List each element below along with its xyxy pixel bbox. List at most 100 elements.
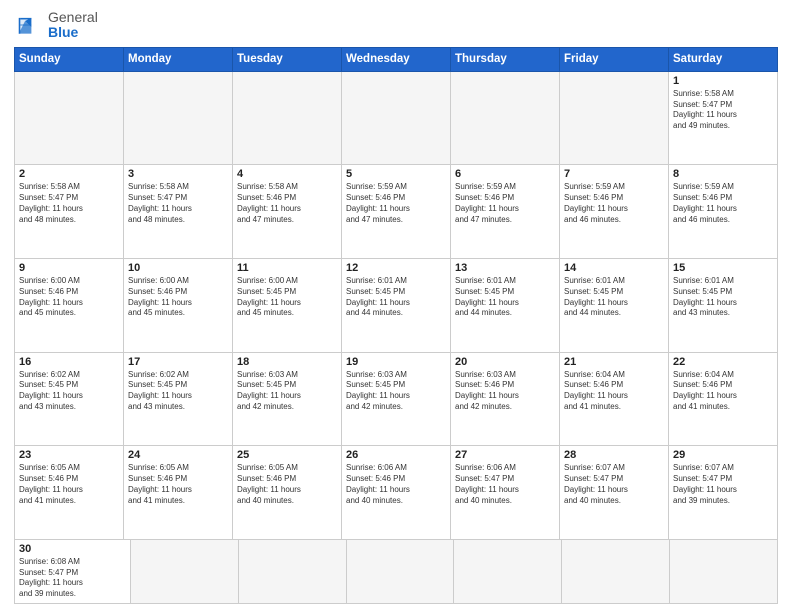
day-info: Sunrise: 6:03 AM Sunset: 5:45 PM Dayligh… [237,370,337,413]
day-cell: 16 Sunrise: 6:02 AM Sunset: 5:45 PM Dayli… [15,352,124,446]
day-number: 21 [564,356,664,368]
empty-day-cell [239,540,347,603]
day-number-30: 30 [19,543,126,555]
day-info: Sunrise: 6:04 AM Sunset: 5:46 PM Dayligh… [673,370,773,413]
weekday-header-saturday: Saturday [669,47,778,71]
day-number: 26 [346,449,446,461]
day-info: Sunrise: 6:02 AM Sunset: 5:45 PM Dayligh… [19,370,119,413]
weekday-header-monday: Monday [124,47,233,71]
day-number: 4 [237,168,337,180]
day-number: 2 [19,168,119,180]
day-info: Sunrise: 6:05 AM Sunset: 5:46 PM Dayligh… [128,463,228,506]
day-cell [15,71,124,165]
day-info: Sunrise: 5:58 AM Sunset: 5:47 PM Dayligh… [19,182,119,225]
day-info: Sunrise: 5:59 AM Sunset: 5:46 PM Dayligh… [455,182,555,225]
day-info: Sunrise: 6:00 AM Sunset: 5:46 PM Dayligh… [128,276,228,319]
day-info: Sunrise: 5:58 AM Sunset: 5:47 PM Dayligh… [128,182,228,225]
day-cell: 28 Sunrise: 6:07 AM Sunset: 5:47 PM Dayli… [560,446,669,540]
empty-day-cell [670,540,777,603]
day-cell: 27 Sunrise: 6:06 AM Sunset: 5:47 PM Dayli… [451,446,560,540]
day-number: 20 [455,356,555,368]
day-number: 16 [19,356,119,368]
day-cell: 22Sunrise: 6:04 AM Sunset: 5:46 PM Dayli… [669,352,778,446]
day-number: 25 [237,449,337,461]
day-number: 28 [564,449,664,461]
day-info: Sunrise: 6:07 AM Sunset: 5:47 PM Dayligh… [564,463,664,506]
day-cell: 7Sunrise: 5:59 AM Sunset: 5:46 PM Daylig… [560,165,669,259]
day-info: Sunrise: 5:58 AM Sunset: 5:47 PM Dayligh… [673,89,773,132]
day-number: 27 [455,449,555,461]
day-cell: 14Sunrise: 6:01 AM Sunset: 5:45 PM Dayli… [560,258,669,352]
empty-day-cell [454,540,562,603]
day-number: 1 [673,75,773,87]
logo: General Blue [14,10,98,41]
day-cell [342,71,451,165]
week-row-4: 16 Sunrise: 6:02 AM Sunset: 5:45 PM Dayli… [15,352,778,446]
day-info: Sunrise: 6:01 AM Sunset: 5:45 PM Dayligh… [564,276,664,319]
day-cell: 15 Sunrise: 6:01 AM Sunset: 5:45 PM Dayli… [669,258,778,352]
last-week-row: 30 Sunrise: 6:08 AM Sunset: 5:47 PM Dayli… [14,540,778,604]
day-cell [451,71,560,165]
day-cell [560,71,669,165]
day-cell: 24Sunrise: 6:05 AM Sunset: 5:46 PM Dayli… [124,446,233,540]
logo-text: General Blue [48,10,98,41]
day-cell: 2 Sunrise: 5:58 AM Sunset: 5:47 PM Daylig… [15,165,124,259]
day-info: Sunrise: 6:06 AM Sunset: 5:46 PM Dayligh… [346,463,446,506]
day-number: 29 [673,449,773,461]
weekday-header-thursday: Thursday [451,47,560,71]
day-info: Sunrise: 6:04 AM Sunset: 5:46 PM Dayligh… [564,370,664,413]
week-row-5: 23Sunrise: 6:05 AM Sunset: 5:46 PM Dayli… [15,446,778,540]
day-info: Sunrise: 6:05 AM Sunset: 5:46 PM Dayligh… [19,463,119,506]
weekday-header-tuesday: Tuesday [233,47,342,71]
day-number: 8 [673,168,773,180]
day-cell: 29 Sunrise: 6:07 AM Sunset: 5:47 PM Dayli… [669,446,778,540]
day-number: 9 [19,262,119,274]
day-number: 5 [346,168,446,180]
day-info-30: Sunrise: 6:08 AM Sunset: 5:47 PM Dayligh… [19,557,126,600]
empty-day-cell [347,540,455,603]
day-cell: 18 Sunrise: 6:03 AM Sunset: 5:45 PM Dayli… [233,352,342,446]
page: General Blue SundayMondayTuesdayWednesda… [0,0,792,612]
day-info: Sunrise: 6:00 AM Sunset: 5:46 PM Dayligh… [19,276,119,319]
header: General Blue [14,10,778,41]
day-cell: 19Sunrise: 6:03 AM Sunset: 5:45 PM Dayli… [342,352,451,446]
weekday-header-sunday: Sunday [15,47,124,71]
logo-icon [14,11,44,39]
day-cell: 8Sunrise: 5:59 AM Sunset: 5:46 PM Daylig… [669,165,778,259]
day-info: Sunrise: 5:59 AM Sunset: 5:46 PM Dayligh… [346,182,446,225]
day-cell: 4 Sunrise: 5:58 AM Sunset: 5:46 PM Daylig… [233,165,342,259]
day-cell-30: 30 Sunrise: 6:08 AM Sunset: 5:47 PM Dayli… [15,540,131,603]
day-info: Sunrise: 6:07 AM Sunset: 5:47 PM Dayligh… [673,463,773,506]
day-cell: 20 Sunrise: 6:03 AM Sunset: 5:46 PM Dayli… [451,352,560,446]
day-cell: 23Sunrise: 6:05 AM Sunset: 5:46 PM Dayli… [15,446,124,540]
day-number: 15 [673,262,773,274]
day-number: 10 [128,262,228,274]
day-cell: 3 Sunrise: 5:58 AM Sunset: 5:47 PM Daylig… [124,165,233,259]
day-info: Sunrise: 6:06 AM Sunset: 5:47 PM Dayligh… [455,463,555,506]
week-row-2: 2 Sunrise: 5:58 AM Sunset: 5:47 PM Daylig… [15,165,778,259]
day-number: 17 [128,356,228,368]
day-cell: 5 Sunrise: 5:59 AM Sunset: 5:46 PM Daylig… [342,165,451,259]
day-cell: 1 Sunrise: 5:58 AM Sunset: 5:47 PM Daylig… [669,71,778,165]
day-cell: 10 Sunrise: 6:00 AM Sunset: 5:46 PM Dayli… [124,258,233,352]
day-info: Sunrise: 6:01 AM Sunset: 5:45 PM Dayligh… [673,276,773,319]
day-info: Sunrise: 5:59 AM Sunset: 5:46 PM Dayligh… [564,182,664,225]
day-cell [233,71,342,165]
weekday-header-wednesday: Wednesday [342,47,451,71]
day-cell: 11Sunrise: 6:00 AM Sunset: 5:45 PM Dayli… [233,258,342,352]
day-info: Sunrise: 6:03 AM Sunset: 5:46 PM Dayligh… [455,370,555,413]
weekday-header-row: SundayMondayTuesdayWednesdayThursdayFrid… [15,47,778,71]
day-cell: 6 Sunrise: 5:59 AM Sunset: 5:46 PM Daylig… [451,165,560,259]
day-info: Sunrise: 6:05 AM Sunset: 5:46 PM Dayligh… [237,463,337,506]
week-row-3: 9 Sunrise: 6:00 AM Sunset: 5:46 PM Daylig… [15,258,778,352]
empty-day-cell [131,540,239,603]
day-number: 6 [455,168,555,180]
day-info: Sunrise: 6:00 AM Sunset: 5:45 PM Dayligh… [237,276,337,319]
day-cell: 9 Sunrise: 6:00 AM Sunset: 5:46 PM Daylig… [15,258,124,352]
day-cell: 13Sunrise: 6:01 AM Sunset: 5:45 PM Dayli… [451,258,560,352]
empty-day-cell [562,540,670,603]
day-info: Sunrise: 5:58 AM Sunset: 5:46 PM Dayligh… [237,182,337,225]
day-cell: 25 Sunrise: 6:05 AM Sunset: 5:46 PM Dayli… [233,446,342,540]
day-number: 3 [128,168,228,180]
day-number: 18 [237,356,337,368]
